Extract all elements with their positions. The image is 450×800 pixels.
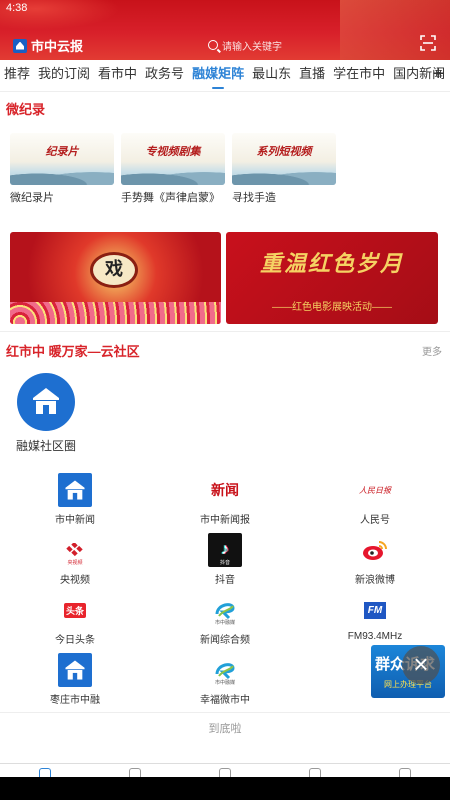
- section-title-community: 红市中 暖万家—云社区: [6, 344, 140, 359]
- grid-item-toutiao[interactable]: 头条 今日头条: [30, 593, 120, 646]
- toutiao-icon-art: 头条: [63, 602, 86, 618]
- grid-item-label: 央视频: [60, 575, 90, 586]
- weibo-icon: [358, 533, 392, 567]
- doc-card-thumbnail[interactable]: 专视频剧集: [121, 133, 225, 185]
- search-icon: [208, 40, 218, 50]
- grid-item-douyin[interactable]: ♪ 抖音 抖音: [180, 533, 270, 586]
- grid-item-label: 新浪微博: [355, 575, 395, 586]
- tab-government[interactable]: 政务号: [141, 60, 188, 91]
- doc-card-thumbnail[interactable]: 纪录片: [10, 133, 114, 185]
- news-channel-icon: 市中融媒: [208, 593, 242, 627]
- top-header: 4:38 市中云报 请输入关键字: [0, 0, 450, 60]
- grid-item-label: 枣庄市中融: [50, 695, 100, 706]
- add-channel-button[interactable]: +: [432, 64, 444, 84]
- tab-recommend[interactable]: 推荐: [0, 60, 34, 91]
- tab-study[interactable]: 学在市中: [329, 60, 389, 91]
- douyin-icon: ♪ 抖音: [208, 533, 242, 567]
- channel-tabs: 推荐 我的订阅 看市中 政务号 融媒矩阵 最山东 直播 学在市中 国内新闻: [0, 60, 450, 92]
- opera-drum-art: 戏: [90, 252, 138, 288]
- grid-item-weibo[interactable]: 新浪微博: [330, 533, 420, 586]
- renmin-icon-art: 人民日报: [359, 485, 391, 495]
- red-film-title-art: 重温红色岁月: [259, 251, 404, 277]
- grid-item-label: 人民号: [360, 515, 390, 526]
- grid-item-xingfu[interactable]: 市中融媒 幸福微市中: [180, 653, 270, 706]
- divider: [0, 712, 450, 713]
- grid-item-label: 市中新闻报: [200, 515, 250, 526]
- community-circle-icon[interactable]: [17, 373, 75, 431]
- close-icon[interactable]: ×: [402, 646, 440, 684]
- fm-icon: FM: [358, 593, 392, 627]
- grid-item-label: 市中新闻: [55, 515, 95, 526]
- scan-icon[interactable]: [420, 35, 436, 51]
- grid-item-shizhong-newspaper[interactable]: 新闻 市中新闻报: [180, 473, 270, 526]
- toutiao-icon: 头条: [58, 593, 92, 627]
- xinwen-icon: 新闻: [208, 473, 242, 507]
- doc-card-label[interactable]: 寻找手造: [232, 189, 276, 205]
- grid-item-fm[interactable]: FM FM93.4MHz: [330, 593, 420, 642]
- douyin-icon-art: 抖音: [219, 560, 230, 566]
- xinwen-icon-art: 新闻: [211, 483, 239, 499]
- brand[interactable]: 市中云报: [13, 36, 83, 55]
- grid-item-label: 幸福微市中: [200, 695, 250, 706]
- xingfu-icon: 市中融媒: [208, 653, 242, 687]
- grid-item-label: FM93.4MHz: [347, 631, 403, 642]
- doc-card-thumbnail[interactable]: 系列短视频: [232, 133, 336, 185]
- renmin-icon: 人民日报: [358, 473, 392, 507]
- tab-shizhong[interactable]: 看市中: [94, 60, 141, 91]
- doc-card-art: 纪录片: [45, 145, 79, 158]
- flowers-decoration: [10, 302, 221, 324]
- more-link[interactable]: 更多: [422, 343, 442, 358]
- grid-item-label: 抖音: [215, 575, 235, 586]
- doc-card-art: 专视频剧集: [145, 145, 201, 158]
- float-ad-subtitle: 网上办理平台: [384, 680, 432, 689]
- system-navigation-bar: [0, 777, 450, 800]
- search-bar[interactable]: 请输入关键字: [208, 37, 378, 53]
- building-icon: [33, 388, 59, 414]
- end-of-list-text: 到底啦: [208, 723, 242, 735]
- doc-card-art: 系列短视频: [256, 145, 312, 158]
- xingfu-icon-art: 市中融媒: [214, 680, 235, 686]
- tab-media-matrix[interactable]: 融媒矩阵: [188, 60, 248, 91]
- section-title-documentary: 微纪录: [6, 102, 46, 117]
- bottom-nav: [0, 763, 450, 778]
- mountain-decoration: [10, 165, 114, 185]
- cctv-icon: 央视频: [58, 533, 92, 567]
- tab-shandong[interactable]: 最山东: [248, 60, 295, 91]
- music-note-glyph: ♪: [221, 541, 229, 558]
- grid-item-shizhong-news[interactable]: 市中新闻: [30, 473, 120, 526]
- brand-name: 市中云报: [31, 39, 84, 54]
- doc-card-label[interactable]: 手势舞《声律启蒙》: [121, 189, 220, 205]
- fm-icon-art: FM: [363, 601, 387, 619]
- red-film-subtitle: ——红色电影展映活动——: [272, 302, 392, 313]
- doc-card-label[interactable]: 微纪录片: [10, 189, 54, 205]
- tab-live[interactable]: 直播: [295, 60, 329, 91]
- grid-item-news-channel[interactable]: 市中融媒 新闻综合频: [180, 593, 270, 646]
- cctv-icon-art: 央视频: [67, 560, 83, 566]
- grid-item-label: 新闻综合频: [200, 635, 250, 646]
- search-placeholder: 请输入关键字: [222, 41, 282, 53]
- shizhong-icon: [58, 473, 92, 507]
- zaozhuang-icon: [58, 653, 92, 687]
- status-time: 4:38: [6, 2, 28, 14]
- mountain-decoration: [232, 165, 336, 185]
- opera-banner[interactable]: 戏: [10, 232, 221, 324]
- community-circle-label[interactable]: 融媒社区圈: [16, 437, 76, 454]
- divider: [0, 331, 450, 332]
- red-film-banner[interactable]: 重温红色岁月 ——红色电影展映活动——: [226, 232, 438, 324]
- tab-my-subscriptions[interactable]: 我的订阅: [34, 60, 94, 91]
- brand-logo-icon: [13, 38, 27, 53]
- grid-item-cctv[interactable]: 央视频 央视频: [30, 533, 120, 586]
- mountain-decoration: [121, 165, 225, 185]
- news-channel-icon-art: 市中融媒: [214, 620, 235, 626]
- grid-item-people[interactable]: 人民日报 人民号: [330, 473, 420, 526]
- grid-item-zaozhuang[interactable]: 枣庄市中融: [30, 653, 120, 706]
- grid-item-label: 今日头条: [55, 635, 95, 646]
